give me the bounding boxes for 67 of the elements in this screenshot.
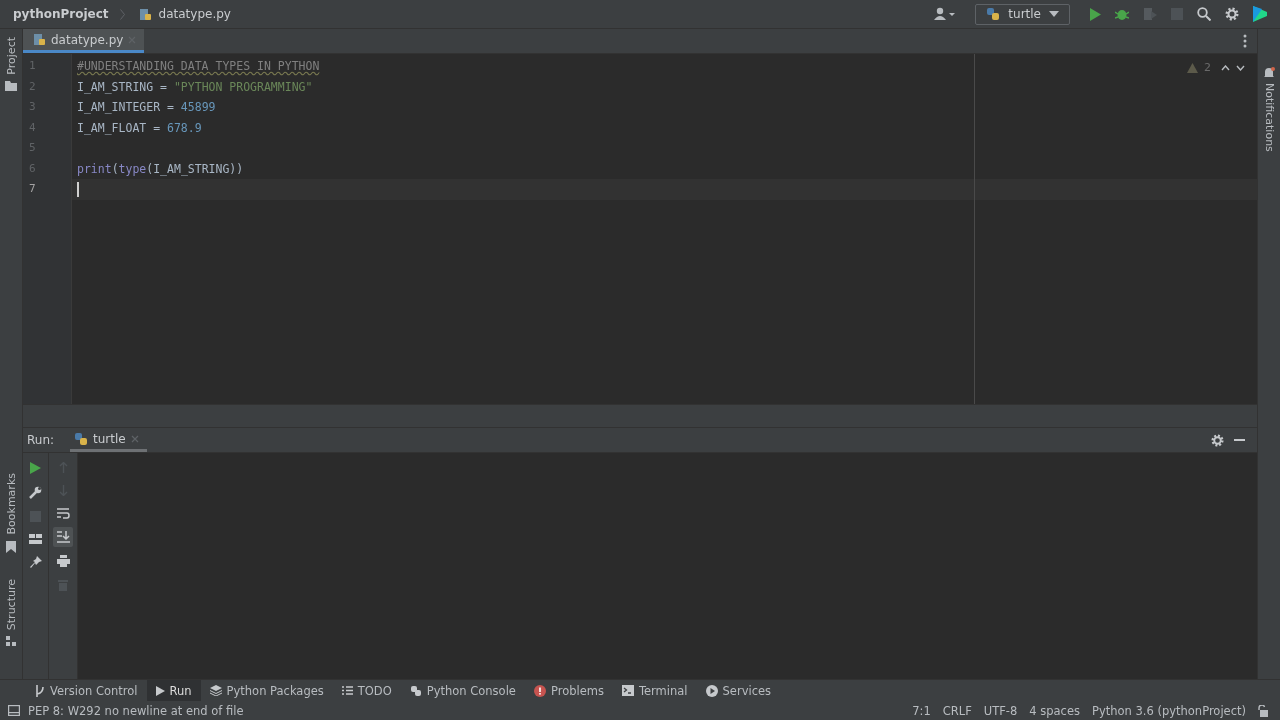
run-panel-label: Run: — [27, 433, 55, 447]
app-logo-icon[interactable] — [1253, 6, 1267, 22]
rerun-icon[interactable] — [30, 462, 41, 474]
play-circle-icon — [705, 684, 718, 697]
python-icon — [986, 7, 1001, 21]
layers-icon — [209, 685, 222, 696]
layout-icon[interactable] — [29, 534, 42, 544]
bookmark-icon[interactable] — [6, 540, 16, 553]
python-file-icon — [33, 33, 46, 46]
line-number: 7 — [28, 181, 37, 197]
tool-window-tab[interactable]: Run — [146, 680, 201, 701]
tool-window-tab[interactable]: Python Packages — [200, 680, 333, 701]
bell-icon[interactable] — [1263, 67, 1275, 79]
status-item[interactable]: CRLF — [942, 703, 972, 718]
chevron-down-icon[interactable] — [1236, 64, 1245, 71]
tool-window-tab[interactable]: Problems — [524, 680, 613, 701]
code-line: I_AM_STRING = "PYTHON PROGRAMMING" — [77, 78, 313, 96]
panel-toggle-icon[interactable] — [8, 705, 20, 716]
settings-icon[interactable] — [1211, 433, 1224, 447]
status-item[interactable]: 7:1 — [912, 703, 931, 718]
tool-window-tab[interactable]: TODO — [332, 680, 401, 701]
play-icon — [155, 685, 165, 696]
search-icon[interactable] — [1197, 7, 1211, 21]
terminal-icon — [621, 685, 634, 696]
tool-window-tab[interactable]: Python Console — [400, 680, 525, 701]
run-icon[interactable] — [1089, 7, 1101, 21]
pin-icon[interactable] — [29, 556, 42, 568]
more-icon[interactable] — [1243, 34, 1247, 48]
status-item[interactable]: UTF-8 — [983, 703, 1018, 718]
soft-wrap-icon[interactable] — [56, 508, 70, 519]
python-file-icon — [138, 7, 152, 21]
run-configuration-dropdown[interactable]: turtle — [975, 3, 1070, 25]
caret-icon — [1049, 11, 1059, 17]
chevron-up-icon[interactable] — [1221, 64, 1230, 71]
settings-icon[interactable] — [1225, 7, 1239, 21]
code-line: #UNDERSTANDING DATA TYPES IN PYTHON — [77, 58, 320, 75]
file-breadcrumb[interactable]: datatype.py — [158, 7, 231, 21]
side-tab[interactable]: Notifications — [1262, 83, 1276, 152]
scroll-to-end-button[interactable] — [53, 527, 73, 547]
status-message: PEP 8: W292 no newline at end of file — [28, 703, 244, 718]
error-icon — [533, 684, 546, 697]
tool-window-tab[interactable]: Services — [696, 680, 781, 701]
folder-icon[interactable] — [5, 80, 17, 91]
user-icon[interactable] — [934, 7, 957, 21]
side-tab[interactable]: Bookmarks — [4, 473, 18, 535]
code-line: I_AM_INTEGER = 45899 — [77, 99, 216, 116]
debug-icon[interactable] — [1115, 7, 1129, 21]
editor-tab[interactable]: datatype.py — [23, 29, 145, 53]
code-line: print(type(I_AM_STRING)) — [77, 160, 244, 178]
tool-window-tab[interactable]: Version Control — [26, 680, 147, 701]
chevron-right-icon — [119, 8, 125, 20]
print-icon[interactable] — [56, 555, 70, 567]
python-icon — [409, 684, 422, 697]
structure-icon[interactable] — [5, 636, 17, 647]
text-cursor — [77, 181, 79, 197]
project-breadcrumb[interactable]: pythonProject — [13, 7, 109, 21]
side-tab[interactable]: Structure — [4, 578, 18, 630]
status-item[interactable]: 4 spaces — [1029, 703, 1080, 718]
status-item[interactable]: Python 3.6 (pythonProject) — [1092, 703, 1246, 718]
side-tab[interactable]: Project — [4, 37, 18, 75]
lock-icon[interactable] — [1258, 704, 1268, 717]
wrench-icon[interactable] — [29, 486, 42, 499]
python-icon — [74, 431, 89, 446]
branch-icon — [35, 684, 45, 697]
list-icon — [341, 686, 353, 695]
code-line: I_AM_FLOAT = 678.9 — [77, 119, 202, 137]
tool-window-tab[interactable]: Terminal — [612, 680, 697, 701]
